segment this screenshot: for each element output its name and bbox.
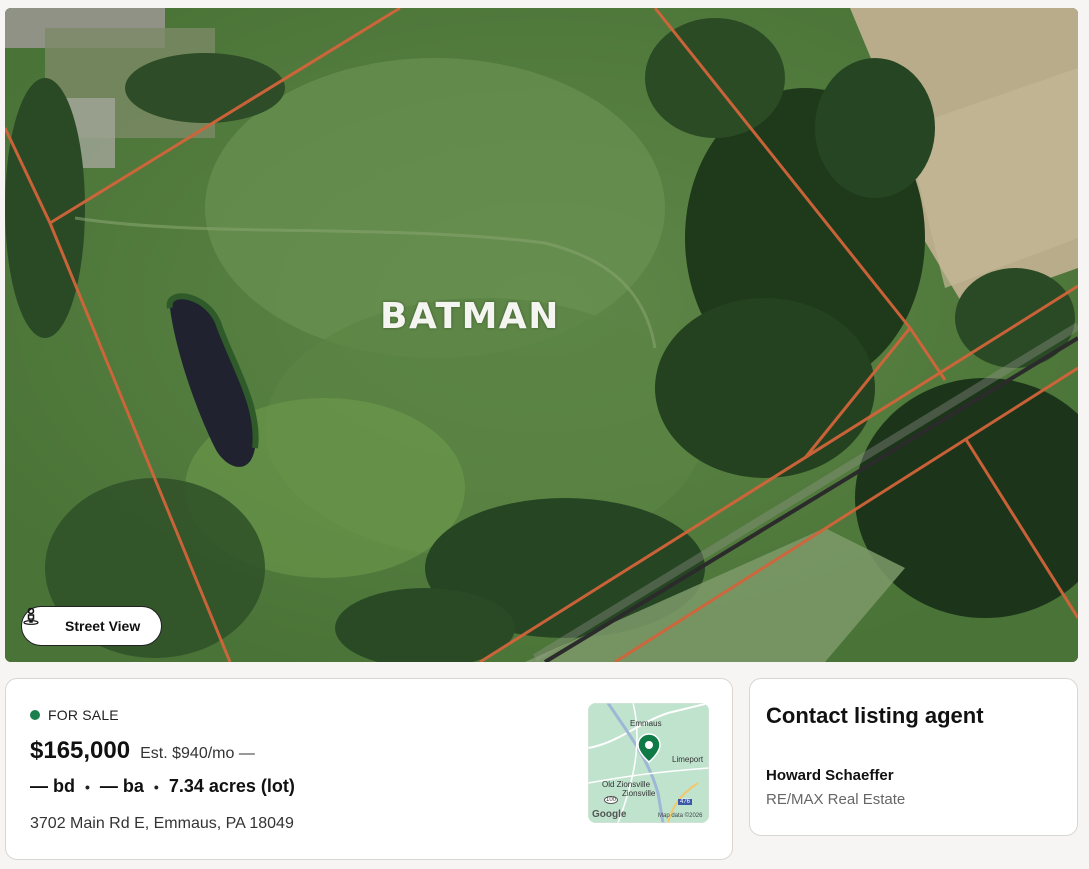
property-address: 3702 Main Rd E, Emmaus, PA 18049 xyxy=(30,815,294,832)
listing-summary-card: FOR SALE $165,000 Est. $940/mo — — bd • … xyxy=(5,678,733,860)
lot-size-value: 7.34 acres (lot) xyxy=(168,776,295,796)
status-label: FOR SALE xyxy=(48,707,119,723)
status-dot-icon xyxy=(30,710,40,720)
minimap-label-zionsville: Zionsville xyxy=(622,789,656,798)
map-text-label: BATMAN xyxy=(380,296,560,337)
minimap-attribution: Map data ©2026 xyxy=(658,813,703,819)
minimap-route-100: 100 xyxy=(604,796,619,804)
street-view-label: Street View xyxy=(65,618,141,634)
property-aerial-map[interactable]: BATMAN Street View xyxy=(5,8,1078,662)
beds-value: — bd xyxy=(30,776,75,796)
home-facts: — bd • — ba • 7.34 acres (lot) xyxy=(30,776,295,797)
street-view-button[interactable]: Street View xyxy=(21,606,162,646)
minimap-route-476: 476 xyxy=(678,799,693,805)
agent-name[interactable]: Howard Schaeffer xyxy=(766,767,894,784)
agent-company: RE/MAX Real Estate xyxy=(766,791,906,808)
monthly-estimate: Est. $940/mo — xyxy=(140,745,255,762)
contact-agent-card: Contact listing agent Howard Schaeffer R… xyxy=(749,678,1078,836)
facts-separator: • xyxy=(153,778,159,795)
price-row: $165,000 Est. $940/mo — xyxy=(30,737,255,765)
contact-agent-title: Contact listing agent xyxy=(766,703,984,728)
listing-price: $165,000 xyxy=(30,737,131,764)
minimap-label-emmaus: Emmaus xyxy=(630,719,662,728)
minimap-google-logo: Google xyxy=(592,809,627,820)
minimap-label-old-zionsville: Old Zionsville xyxy=(602,780,651,789)
baths-value: — ba xyxy=(99,776,144,796)
facts-separator: • xyxy=(85,778,90,795)
location-minimap[interactable]: Emmaus Limeport Old Zionsville Zionsvill… xyxy=(588,703,709,823)
minimap-label-limeport: Limeport xyxy=(672,755,704,764)
location-pin-icon xyxy=(637,733,661,763)
street-view-person-icon xyxy=(23,607,56,635)
listing-status: FOR SALE xyxy=(30,707,119,723)
